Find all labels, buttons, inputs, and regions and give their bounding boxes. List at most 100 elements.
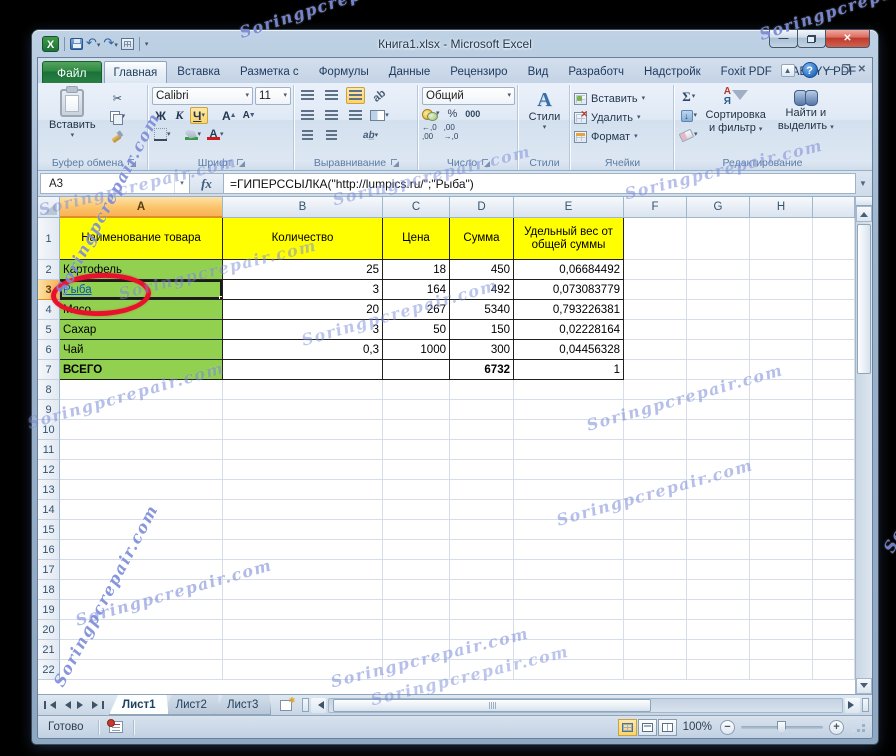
cell-H13[interactable] <box>750 480 813 500</box>
cell-G10[interactable] <box>687 420 750 440</box>
workbook-close-icon[interactable]: ✕ <box>858 63 866 77</box>
cell-A16[interactable] <box>60 540 223 560</box>
cut-button[interactable]: ✂ <box>108 90 128 106</box>
tab-вид[interactable]: Вид <box>518 61 559 83</box>
cell-A9[interactable] <box>60 400 223 420</box>
cell-D22[interactable] <box>450 660 514 680</box>
font-size-select[interactable]: 11 ▾ <box>255 87 291 105</box>
percent-style-icon[interactable]: % <box>448 108 458 120</box>
cell-A21[interactable] <box>60 640 223 660</box>
decrease-indent-icon[interactable] <box>298 127 317 144</box>
cell-B4[interactable]: 20 <box>223 300 383 320</box>
increase-decimal-icon[interactable]: ←,0,00 <box>422 123 437 141</box>
cell-G4[interactable] <box>687 300 750 320</box>
cell-H11[interactable] <box>750 440 813 460</box>
align-left-icon[interactable] <box>298 107 317 124</box>
cell-A10[interactable] <box>60 420 223 440</box>
row-header-16[interactable]: 16 <box>38 540 60 560</box>
cell-D6[interactable]: 300 <box>450 340 514 360</box>
cell-C10[interactable] <box>383 420 450 440</box>
cell-G13[interactable] <box>687 480 750 500</box>
cell-F12[interactable] <box>624 460 687 480</box>
cell-F16[interactable] <box>624 540 687 560</box>
cell-E21[interactable] <box>514 640 624 660</box>
tab-формулы[interactable]: Формулы <box>309 61 379 83</box>
find-select-button[interactable]: Найти и выделить ▾ <box>772 87 840 135</box>
row-header-10[interactable]: 10 <box>38 420 60 440</box>
cell-C3[interactable]: 164 <box>383 280 450 300</box>
cell-C22[interactable] <box>383 660 450 680</box>
cell-partial-14[interactable] <box>813 500 855 520</box>
cell-E11[interactable] <box>514 440 624 460</box>
increase-indent-icon[interactable] <box>322 127 341 144</box>
grow-font-button[interactable]: А ▲ <box>220 107 239 124</box>
cell-F8[interactable] <box>624 380 687 400</box>
borders-button[interactable]: ▾ <box>152 126 173 143</box>
cell-C1[interactable]: Цена <box>383 218 450 260</box>
cell-C18[interactable] <box>383 580 450 600</box>
cell-A22[interactable] <box>60 660 223 680</box>
cell-G16[interactable] <box>687 540 750 560</box>
normal-view-button[interactable] <box>617 718 637 736</box>
row-header-13[interactable]: 13 <box>38 480 60 500</box>
cell-D5[interactable]: 150 <box>450 320 514 340</box>
cell-B18[interactable] <box>223 580 383 600</box>
cell-H17[interactable] <box>750 560 813 580</box>
column-header-A[interactable]: A <box>60 197 223 218</box>
row-header-8[interactable]: 8 <box>38 380 60 400</box>
name-box-dropdown-icon[interactable]: ▾ <box>174 174 189 193</box>
macro-record-icon[interactable] <box>106 719 123 733</box>
cell-D8[interactable] <box>450 380 514 400</box>
decrease-decimal-icon[interactable]: ,00 →,0 <box>444 123 459 141</box>
insert-cells-button[interactable]: Вставить ▾ <box>574 89 671 108</box>
next-sheet-icon[interactable] <box>74 698 89 713</box>
copy-button[interactable]: ▾ <box>108 109 128 125</box>
cell-F7[interactable] <box>624 360 687 380</box>
font-color-button[interactable]: А ▾ <box>205 126 226 143</box>
cell-B8[interactable] <box>223 380 383 400</box>
cell-G12[interactable] <box>687 460 750 480</box>
cell-G1[interactable] <box>687 218 750 260</box>
tab-file[interactable]: Файл <box>42 61 102 83</box>
cell-B12[interactable] <box>223 460 383 480</box>
last-sheet-icon[interactable] <box>90 698 105 713</box>
row-header-12[interactable]: 12 <box>38 460 60 480</box>
page-break-view-button[interactable] <box>657 718 677 736</box>
cell-partial-5[interactable] <box>813 320 855 340</box>
split-handle[interactable] <box>862 698 869 712</box>
cell-B21[interactable] <box>223 640 383 660</box>
cell-H18[interactable] <box>750 580 813 600</box>
cell-E2[interactable]: 0,06684492 <box>514 260 624 280</box>
cell-G6[interactable] <box>687 340 750 360</box>
tab-разметка-с[interactable]: Разметка с <box>230 61 309 83</box>
row-header-9[interactable]: 9 <box>38 400 60 420</box>
align-top-icon[interactable] <box>298 87 317 104</box>
formula-input[interactable]: =ГИПЕРССЫЛКА("http://lumpics.ru/";"Рыба"… <box>224 173 856 194</box>
cell-partial-3[interactable] <box>813 280 855 300</box>
cell-H20[interactable] <box>750 620 813 640</box>
dialog-launcher-icon[interactable] <box>236 158 246 167</box>
cell-F5[interactable] <box>624 320 687 340</box>
bold-button[interactable]: Ж <box>152 107 169 124</box>
cell-C8[interactable] <box>383 380 450 400</box>
clear-button[interactable]: ▾ <box>678 127 700 143</box>
wrap-text-icon[interactable]: ab̲ ▾ <box>361 127 380 144</box>
cell-partial-12[interactable] <box>813 460 855 480</box>
cell-partial-13[interactable] <box>813 480 855 500</box>
align-center-icon[interactable] <box>322 107 341 124</box>
cell-F18[interactable] <box>624 580 687 600</box>
cell-C17[interactable] <box>383 560 450 580</box>
cell-H9[interactable] <box>750 400 813 420</box>
cell-D1[interactable]: Сумма <box>450 218 514 260</box>
cell-F14[interactable] <box>624 500 687 520</box>
cell-F1[interactable] <box>624 218 687 260</box>
tab-foxit-pdf[interactable]: Foxit PDF <box>711 61 782 83</box>
cell-C15[interactable] <box>383 520 450 540</box>
align-middle-icon[interactable] <box>322 87 341 104</box>
cell-B14[interactable] <box>223 500 383 520</box>
cell-A19[interactable] <box>60 600 223 620</box>
scroll-left-icon[interactable] <box>311 697 327 713</box>
sheet-tab-лист3[interactable]: Лист3 <box>214 695 271 715</box>
cell-E9[interactable] <box>514 400 624 420</box>
row-header-19[interactable]: 19 <box>38 600 60 620</box>
